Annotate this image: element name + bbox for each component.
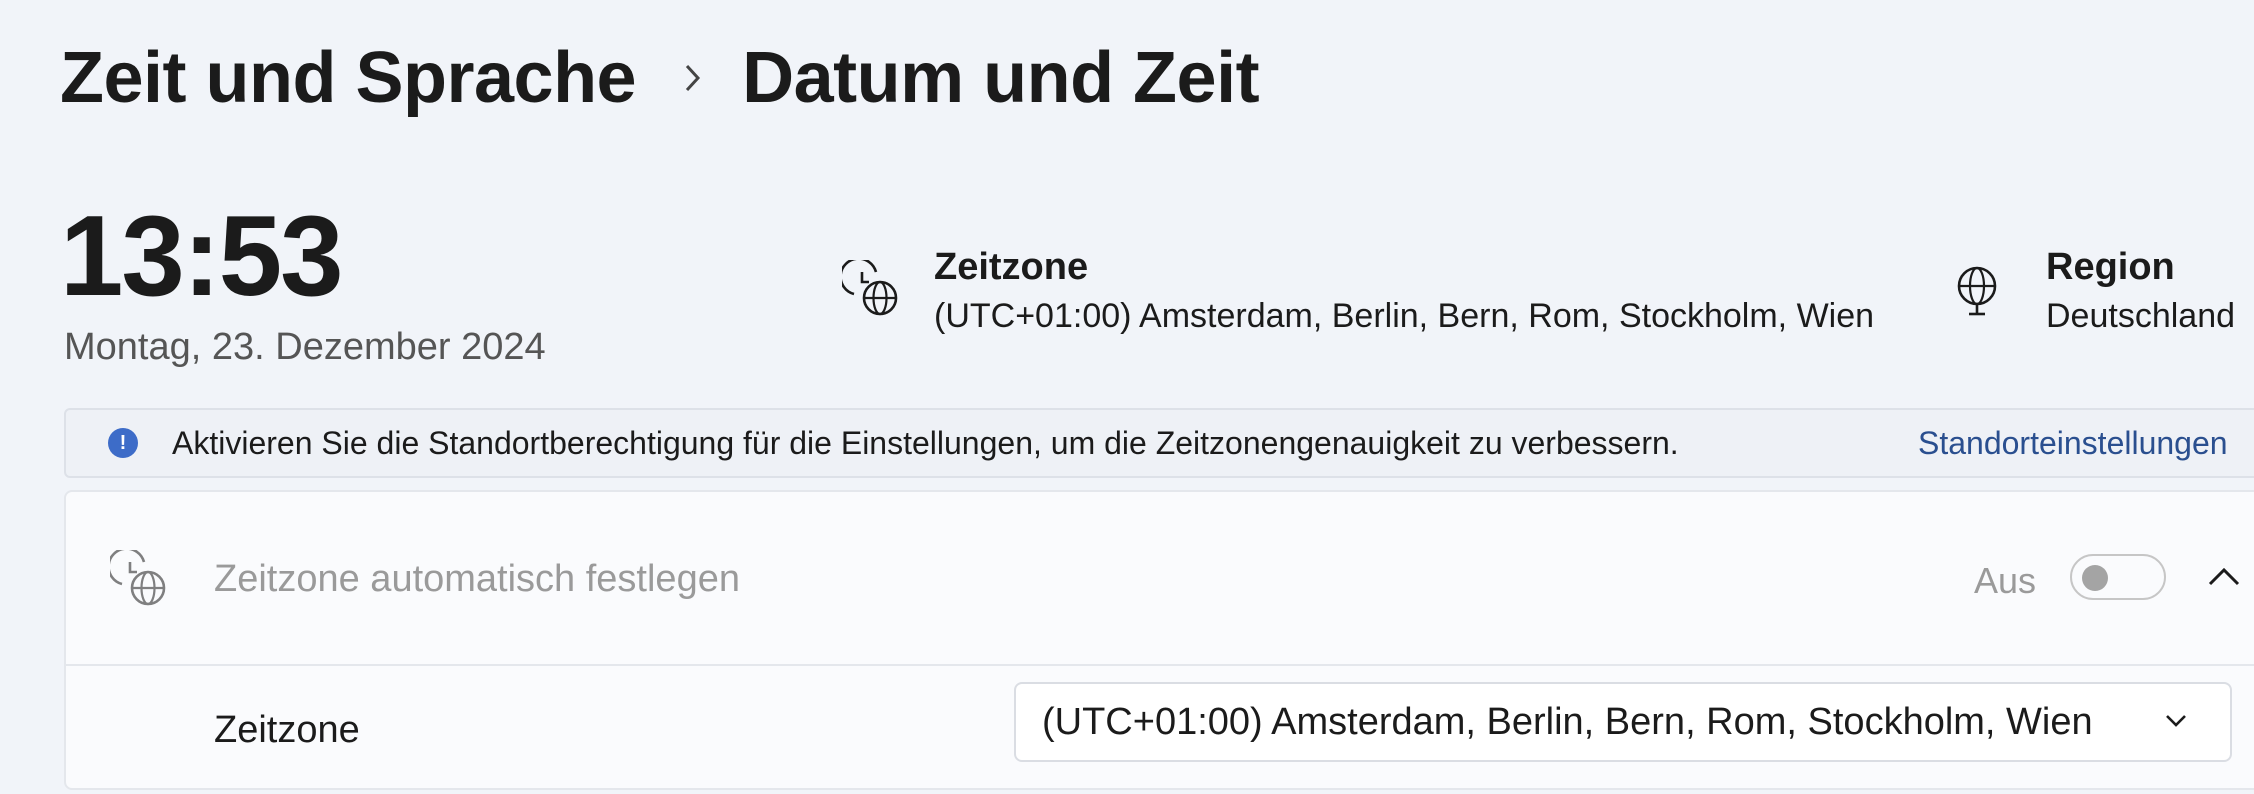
timezone-settings-card: Zeitzone automatisch festlegen Aus Zeitz… <box>64 490 2254 790</box>
timezone-dropdown-value: (UTC+01:00) Amsterdam, Berlin, Bern, Rom… <box>1042 700 2093 743</box>
clock-globe-icon <box>110 550 166 606</box>
current-time: 13:53 <box>60 193 344 320</box>
info-icon: ! <box>108 428 138 458</box>
breadcrumb: Zeit und Sprache Datum und Zeit <box>60 28 1260 128</box>
region-summary: Region Deutschland <box>1948 220 2235 340</box>
current-date: Montag, 23. Dezember 2024 <box>64 326 546 368</box>
page-title: Datum und Zeit <box>742 38 1260 118</box>
location-permission-banner: ! Aktivieren Sie die Standortberechtigun… <box>64 408 2254 478</box>
toggle-knob <box>2082 565 2108 591</box>
timezone-row: Zeitzone (UTC+01:00) Amsterdam, Berlin, … <box>66 664 2254 794</box>
timezone-value: (UTC+01:00) Amsterdam, Berlin, Bern, Rom… <box>934 297 1875 335</box>
region-value: Deutschland <box>2046 297 2236 335</box>
globe-icon <box>1957 266 1997 316</box>
timezone-title: Zeitzone <box>934 246 1089 288</box>
region-title: Region <box>2046 246 2175 288</box>
toggle-state-label: Aus <box>1974 560 2037 601</box>
banner-message: Aktivieren Sie die Standortberechtigung … <box>172 424 1679 461</box>
clock-globe-icon <box>842 260 898 316</box>
timezone-summary: Zeitzone (UTC+01:00) Amsterdam, Berlin, … <box>842 220 1874 340</box>
location-settings-link[interactable]: Standorteinstellungen <box>1918 425 2228 462</box>
auto-timezone-row[interactable]: Zeitzone automatisch festlegen Aus <box>66 492 2254 666</box>
auto-timezone-label: Zeitzone automatisch festlegen <box>214 558 740 600</box>
chevron-down-icon <box>2166 715 2186 727</box>
chevron-up-icon[interactable] <box>2204 562 2244 592</box>
timezone-setting-label: Zeitzone <box>214 709 360 751</box>
timezone-dropdown[interactable]: (UTC+01:00) Amsterdam, Berlin, Bern, Rom… <box>1014 682 2232 762</box>
chevron-right-icon <box>682 28 704 128</box>
breadcrumb-parent[interactable]: Zeit und Sprache <box>60 28 637 128</box>
auto-timezone-toggle[interactable] <box>2070 554 2166 600</box>
